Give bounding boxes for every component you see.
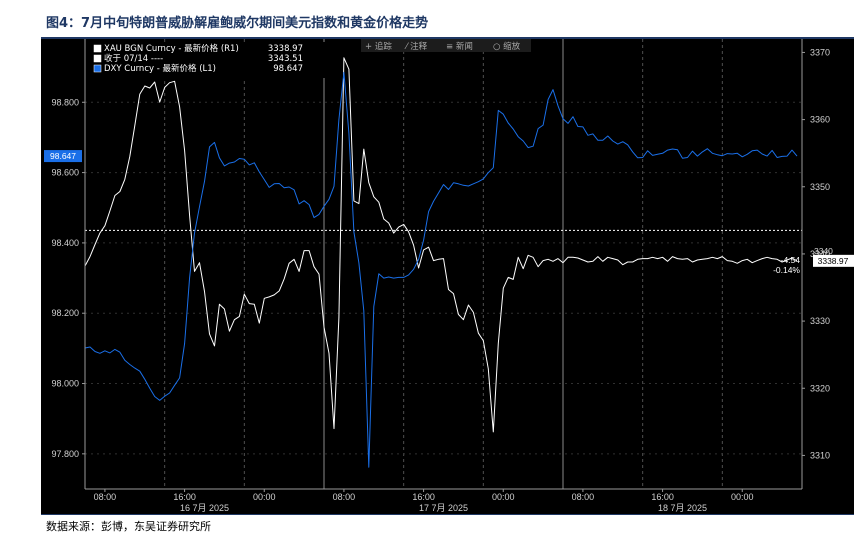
x-day-label: 18 7月 2025 — [658, 503, 707, 513]
left-tick-label: 98.000 — [51, 379, 79, 389]
toolbar-item[interactable]: ⁄ 注释 — [404, 41, 428, 52]
dxy-last-value: 98.647 — [50, 151, 76, 161]
toolbar-item[interactable]: ○ 缩放 — [493, 41, 521, 52]
source-rule — [41, 514, 854, 515]
left-tick-label: 98.600 — [51, 168, 79, 178]
dxy-series-line — [84, 71, 798, 468]
x-day-label: 17 7月 2025 — [419, 503, 468, 513]
data-source: 数据来源：彭博，东吴证券研究所 — [46, 520, 211, 533]
legend-value: 3343.51 — [268, 54, 303, 64]
right-tick-label: 3320 — [810, 383, 830, 393]
x-tick-label: 16:00 — [651, 492, 674, 502]
left-tick-label: 98.400 — [51, 238, 79, 248]
line-chart[interactable]: 98.800 98.600 98.400 98.200 98.000 97.800 337… — [41, 39, 854, 514]
right-tick-label: 3370 — [810, 47, 830, 57]
legend-label: 收于 07/14 ---- — [104, 53, 163, 64]
legend-value: 3338.97 — [268, 44, 303, 54]
left-tick-label: 98.200 — [51, 308, 79, 318]
left-tick-label: 97.800 — [51, 449, 79, 459]
legend-swatch — [93, 54, 102, 63]
x-tick-label: 00:00 — [731, 492, 754, 502]
legend-label: XAU BGN Curncy - 最新价格 (R1) — [104, 43, 239, 54]
toolbar-item[interactable]: + 追踪 — [365, 41, 392, 52]
x-day-label: 16 7月 2025 — [180, 503, 229, 513]
right-tick-label: 3360 — [810, 115, 830, 125]
x-tick-label: 16:00 — [412, 492, 435, 502]
legend-label: DXY Curncy - 最新价格 (L1) — [104, 63, 216, 74]
xau-partial-label: 3340 — [814, 246, 833, 256]
left-tick-label: 98.800 — [51, 97, 79, 107]
x-tick-label: 00:00 — [492, 492, 515, 502]
toolbar-item[interactable]: ≡ 新闻 — [446, 41, 473, 52]
series-layer — [84, 57, 798, 468]
x-axis: 08:00 16:00 00:00 08:00 16:00 00:00 08:00 16:00… — [94, 489, 754, 513]
chart-panel[interactable]: 98.800 98.600 98.400 98.200 98.000 97.800 337… — [41, 39, 854, 514]
grid-lines — [84, 39, 802, 489]
xau-change: -4.54 — [781, 255, 801, 265]
x-tick-label: 16:00 — [173, 492, 196, 502]
x-tick-label: 08:00 — [572, 492, 595, 502]
xau-last-value: 3338.97 — [818, 256, 849, 266]
axes — [84, 39, 803, 490]
legend-swatch — [93, 64, 102, 73]
right-tick-label: 3330 — [810, 316, 830, 326]
x-tick-label: 00:00 — [253, 492, 276, 502]
xau-series-line — [84, 57, 798, 433]
x-tick-label: 08:00 — [94, 492, 117, 502]
value-flags: 98.647 33403338.97 -4.54-0.14% — [44, 150, 854, 275]
chart-toolbar[interactable]: + 追踪 ⁄ 注释 ≡ 新闻 ○ 缩放 — [361, 39, 531, 52]
figure-title: 图4：7月中旬特朗普威胁解雇鲍威尔期间美元指数和黄金价格走势 — [46, 16, 429, 31]
legend-swatch — [93, 44, 102, 53]
xau-change-pct: -0.14% — [773, 265, 800, 275]
right-tick-label: 3310 — [810, 450, 830, 460]
right-tick-label: 3350 — [810, 182, 830, 192]
legend: XAU BGN Curncy - 最新价格 (R1) 3338.97 收于 07/1… — [91, 42, 336, 78]
x-tick-label: 08:00 — [333, 492, 356, 502]
legend-value: 98.647 — [273, 64, 303, 74]
